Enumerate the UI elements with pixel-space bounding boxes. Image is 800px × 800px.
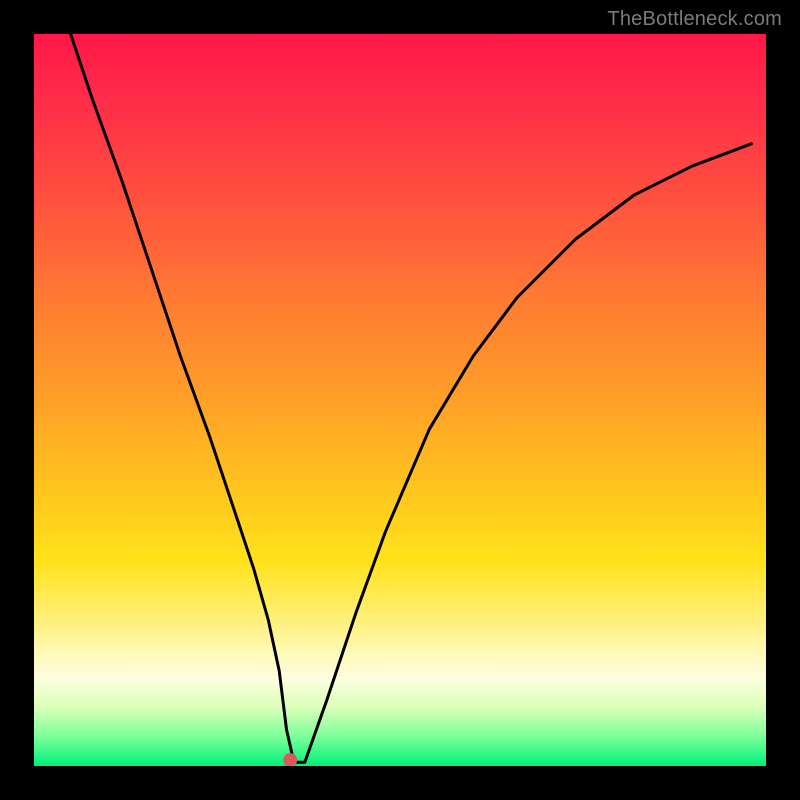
curve-path — [71, 34, 752, 762]
watermark-text: TheBottleneck.com — [607, 8, 782, 31]
chart-overlay — [34, 34, 766, 766]
marker-dot — [283, 753, 297, 766]
chart-container: TheBottleneck.com — [0, 0, 800, 800]
plot-area — [34, 34, 766, 766]
